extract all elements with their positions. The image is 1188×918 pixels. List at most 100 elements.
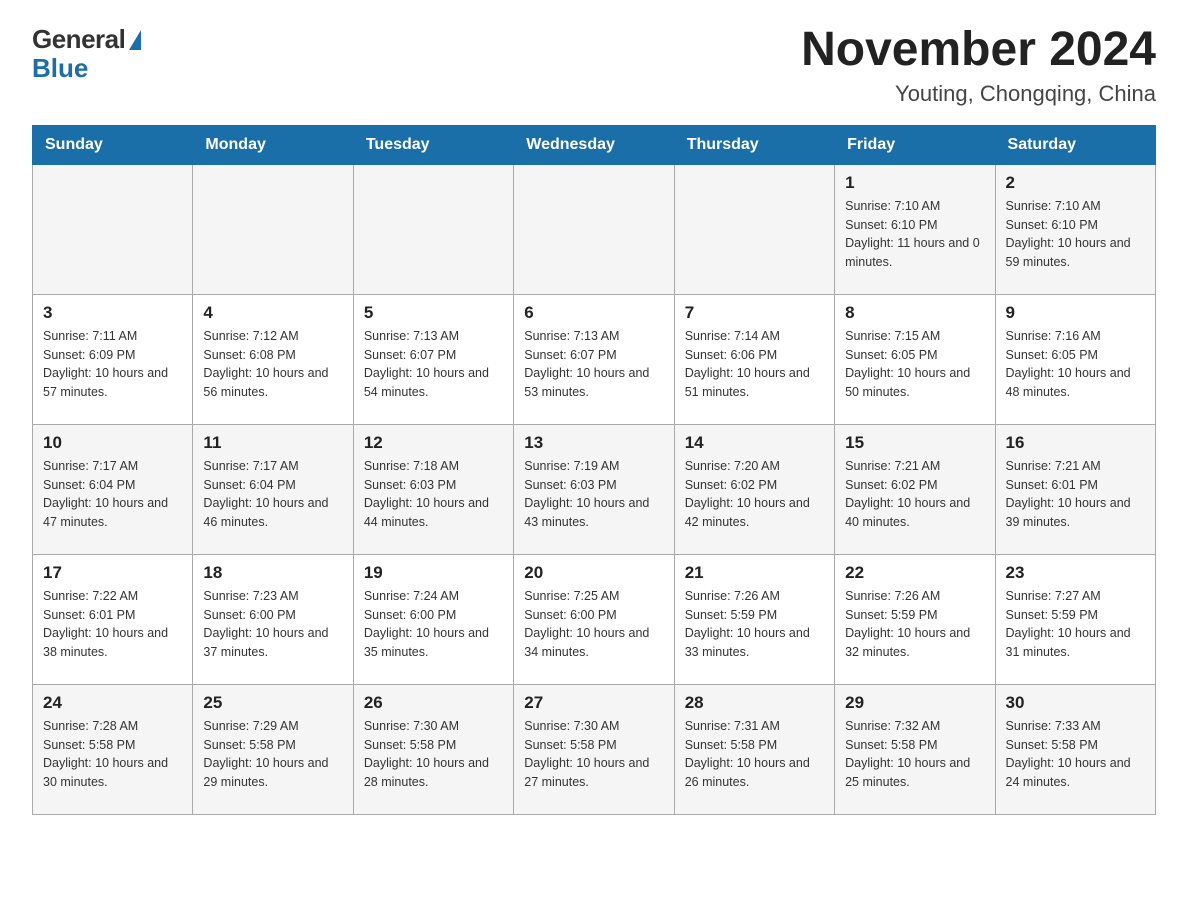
- day-number: 14: [685, 433, 824, 453]
- day-number: 28: [685, 693, 824, 713]
- day-number: 27: [524, 693, 663, 713]
- weekday-header-thursday: Thursday: [674, 125, 834, 164]
- calendar-cell: 30Sunrise: 7:33 AMSunset: 5:58 PMDayligh…: [995, 684, 1155, 814]
- calendar-cell: [33, 164, 193, 294]
- day-info: Sunrise: 7:23 AMSunset: 6:00 PMDaylight:…: [203, 587, 342, 662]
- calendar-cell: 28 Sunrise: 7:31 AMSunset: 5:58 PMDayligh…: [674, 684, 834, 814]
- calendar-cell: 4 Sunrise: 7:12 AMSunset: 6:08 PMDaylight…: [193, 294, 353, 424]
- day-number: 7: [685, 303, 824, 323]
- calendar-cell: 17 Sunrise: 7:22 AMSunset: 6:01 PMDayligh…: [33, 554, 193, 684]
- calendar-cell: 15 Sunrise: 7:21 AMSunset: 6:02 PMDayligh…: [835, 424, 995, 554]
- day-info: Sunrise: 7:30 AMSunset: 5:58 PMDaylight:…: [524, 717, 663, 792]
- calendar-week-row: 10Sunrise: 7:17 AMSunset: 6:04 PMDayligh…: [33, 424, 1156, 554]
- day-info: Sunrise: 7:18 AMSunset: 6:03 PMDaylight:…: [364, 457, 503, 532]
- calendar-cell: 26 Sunrise: 7:30 AMSunset: 5:58 PMDayligh…: [353, 684, 513, 814]
- weekday-header-sunday: Sunday: [33, 125, 193, 164]
- day-info: Sunrise: 7:13 AMSunset: 6:07 PMDaylight:…: [364, 327, 503, 402]
- day-info: Sunrise: 7:26 AMSunset: 5:59 PMDaylight:…: [845, 587, 984, 662]
- day-number: 21: [685, 563, 824, 583]
- day-info: Sunrise: 7:25 AMSunset: 6:00 PMDaylight:…: [524, 587, 663, 662]
- calendar-cell: 8 Sunrise: 7:15 AMSunset: 6:05 PMDaylight…: [835, 294, 995, 424]
- day-info: Sunrise: 7:21 AMSunset: 6:01 PMDaylight:…: [1006, 457, 1145, 532]
- day-number: 2: [1006, 173, 1145, 193]
- calendar-cell: [674, 164, 834, 294]
- page-header: General Blue November 2024 Youting, Chon…: [32, 24, 1156, 107]
- day-number: 22: [845, 563, 984, 583]
- day-info: Sunrise: 7:11 AMSunset: 6:09 PMDaylight:…: [43, 327, 182, 402]
- day-info: Sunrise: 7:24 AMSunset: 6:00 PMDaylight:…: [364, 587, 503, 662]
- calendar-table: SundayMondayTuesdayWednesdayThursdayFrid…: [32, 125, 1156, 815]
- day-number: 24: [43, 693, 182, 713]
- calendar-cell: 14Sunrise: 7:20 AMSunset: 6:02 PMDayligh…: [674, 424, 834, 554]
- calendar-cell: 21 Sunrise: 7:26 AMSunset: 5:59 PMDayligh…: [674, 554, 834, 684]
- day-number: 18: [203, 563, 342, 583]
- calendar-cell: 24 Sunrise: 7:28 AMSunset: 5:58 PMDayligh…: [33, 684, 193, 814]
- calendar-week-row: 1Sunrise: 7:10 AMSunset: 6:10 PMDaylight…: [33, 164, 1156, 294]
- day-info: Sunrise: 7:33 AMSunset: 5:58 PMDaylight:…: [1006, 717, 1145, 792]
- day-info: Sunrise: 7:10 AMSunset: 6:10 PMDaylight:…: [1006, 197, 1145, 272]
- day-info: Sunrise: 7:22 AMSunset: 6:01 PMDaylight:…: [43, 587, 182, 662]
- day-info: Sunrise: 7:17 AMSunset: 6:04 PMDaylight:…: [43, 457, 182, 532]
- day-info: Sunrise: 7:21 AMSunset: 6:02 PMDaylight:…: [845, 457, 984, 532]
- calendar-cell: 5 Sunrise: 7:13 AMSunset: 6:07 PMDaylight…: [353, 294, 513, 424]
- calendar-week-row: 24 Sunrise: 7:28 AMSunset: 5:58 PMDayligh…: [33, 684, 1156, 814]
- day-info: Sunrise: 7:28 AMSunset: 5:58 PMDaylight:…: [43, 717, 182, 792]
- calendar-week-row: 17 Sunrise: 7:22 AMSunset: 6:01 PMDayligh…: [33, 554, 1156, 684]
- day-number: 9: [1006, 303, 1145, 323]
- calendar-cell: 3 Sunrise: 7:11 AMSunset: 6:09 PMDaylight…: [33, 294, 193, 424]
- calendar-cell: 29Sunrise: 7:32 AMSunset: 5:58 PMDayligh…: [835, 684, 995, 814]
- calendar-cell: [514, 164, 674, 294]
- calendar-cell: 19 Sunrise: 7:24 AMSunset: 6:00 PMDayligh…: [353, 554, 513, 684]
- day-number: 20: [524, 563, 663, 583]
- logo-general-text: General: [32, 24, 125, 55]
- day-info: Sunrise: 7:19 AMSunset: 6:03 PMDaylight:…: [524, 457, 663, 532]
- day-number: 8: [845, 303, 984, 323]
- calendar-cell: 23 Sunrise: 7:27 AMSunset: 5:59 PMDayligh…: [995, 554, 1155, 684]
- day-info: Sunrise: 7:16 AMSunset: 6:05 PMDaylight:…: [1006, 327, 1145, 402]
- calendar-cell: 18 Sunrise: 7:23 AMSunset: 6:00 PMDayligh…: [193, 554, 353, 684]
- calendar-cell: 1Sunrise: 7:10 AMSunset: 6:10 PMDaylight…: [835, 164, 995, 294]
- day-info: Sunrise: 7:12 AMSunset: 6:08 PMDaylight:…: [203, 327, 342, 402]
- day-number: 11: [203, 433, 342, 453]
- weekday-header-monday: Monday: [193, 125, 353, 164]
- day-info: Sunrise: 7:31 AMSunset: 5:58 PMDaylight:…: [685, 717, 824, 792]
- day-number: 5: [364, 303, 503, 323]
- calendar-cell: [353, 164, 513, 294]
- day-info: Sunrise: 7:10 AMSunset: 6:10 PMDaylight:…: [845, 197, 984, 272]
- calendar-title: November 2024: [801, 24, 1156, 77]
- day-number: 13: [524, 433, 663, 453]
- day-number: 12: [364, 433, 503, 453]
- calendar-cell: 2 Sunrise: 7:10 AMSunset: 6:10 PMDaylight…: [995, 164, 1155, 294]
- calendar-cell: 7 Sunrise: 7:14 AMSunset: 6:06 PMDaylight…: [674, 294, 834, 424]
- day-info: Sunrise: 7:26 AMSunset: 5:59 PMDaylight:…: [685, 587, 824, 662]
- day-number: 26: [364, 693, 503, 713]
- day-number: 17: [43, 563, 182, 583]
- day-number: 3: [43, 303, 182, 323]
- calendar-cell: 10Sunrise: 7:17 AMSunset: 6:04 PMDayligh…: [33, 424, 193, 554]
- logo-triangle-icon: [129, 30, 141, 50]
- day-info: Sunrise: 7:14 AMSunset: 6:06 PMDaylight:…: [685, 327, 824, 402]
- day-number: 4: [203, 303, 342, 323]
- calendar-subtitle: Youting, Chongqing, China: [801, 81, 1156, 107]
- calendar-cell: 11Sunrise: 7:17 AMSunset: 6:04 PMDayligh…: [193, 424, 353, 554]
- day-number: 19: [364, 563, 503, 583]
- logo-blue-text: Blue: [32, 53, 88, 84]
- day-info: Sunrise: 7:13 AMSunset: 6:07 PMDaylight:…: [524, 327, 663, 402]
- day-info: Sunrise: 7:27 AMSunset: 5:59 PMDaylight:…: [1006, 587, 1145, 662]
- weekday-header-wednesday: Wednesday: [514, 125, 674, 164]
- day-number: 15: [845, 433, 984, 453]
- day-info: Sunrise: 7:30 AMSunset: 5:58 PMDaylight:…: [364, 717, 503, 792]
- calendar-cell: 16Sunrise: 7:21 AMSunset: 6:01 PMDayligh…: [995, 424, 1155, 554]
- calendar-cell: 13 Sunrise: 7:19 AMSunset: 6:03 PMDayligh…: [514, 424, 674, 554]
- calendar-cell: 22 Sunrise: 7:26 AMSunset: 5:59 PMDayligh…: [835, 554, 995, 684]
- title-block: November 2024 Youting, Chongqing, China: [801, 24, 1156, 107]
- calendar-cell: 6Sunrise: 7:13 AMSunset: 6:07 PMDaylight…: [514, 294, 674, 424]
- weekday-header-saturday: Saturday: [995, 125, 1155, 164]
- weekday-header-friday: Friday: [835, 125, 995, 164]
- calendar-header-row: SundayMondayTuesdayWednesdayThursdayFrid…: [33, 125, 1156, 164]
- day-number: 23: [1006, 563, 1145, 583]
- calendar-cell: 27 Sunrise: 7:30 AMSunset: 5:58 PMDayligh…: [514, 684, 674, 814]
- day-info: Sunrise: 7:32 AMSunset: 5:58 PMDaylight:…: [845, 717, 984, 792]
- day-info: Sunrise: 7:15 AMSunset: 6:05 PMDaylight:…: [845, 327, 984, 402]
- logo: General Blue: [32, 24, 141, 84]
